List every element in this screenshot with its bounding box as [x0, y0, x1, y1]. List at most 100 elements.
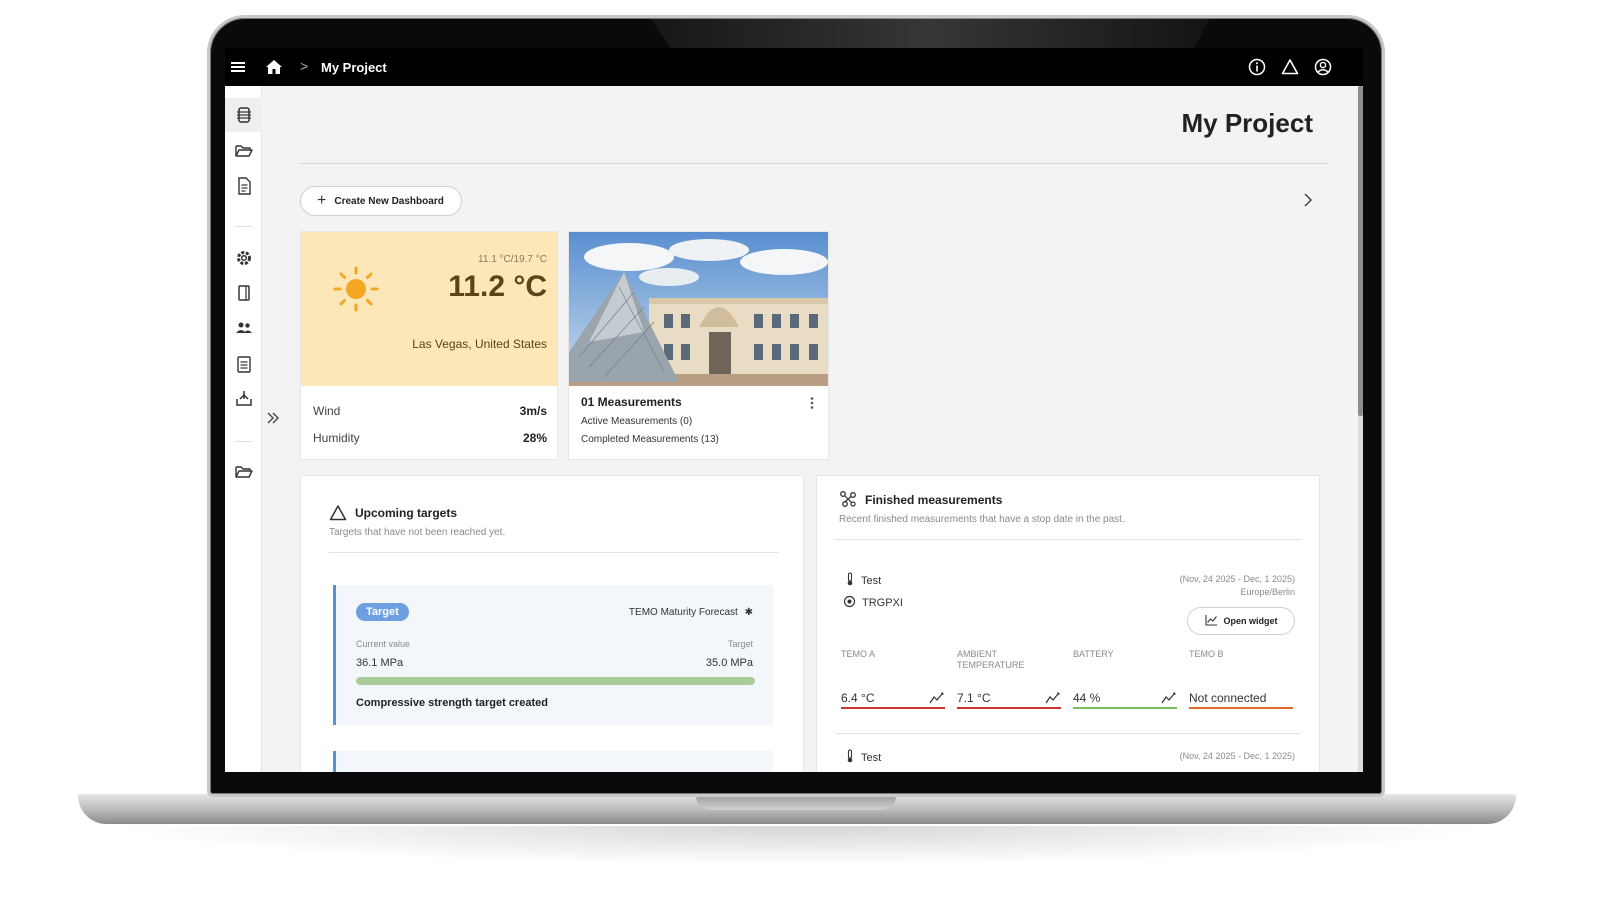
- sensor-value: 6.4 °C: [841, 691, 875, 705]
- wind-row: Wind 3m/s: [313, 404, 547, 418]
- open-widget-label: Open widget: [1223, 616, 1278, 626]
- upcoming-targets-title: Upcoming targets: [355, 506, 458, 520]
- target-card[interactable]: Target TEMO Maturity Forecast ✱ Current …: [333, 585, 773, 725]
- measurement-card[interactable]: 01 Measurements Active Measurements (0) …: [568, 231, 829, 460]
- measurement-name[interactable]: Test: [861, 752, 881, 764]
- clipboard-icon: [237, 356, 251, 373]
- finished-measurements-title: Finished measurements: [865, 493, 1003, 507]
- finished-measurements-panel: Finished measurements Recent finished me…: [816, 475, 1320, 772]
- finished-measurements-subtitle: Recent finished measurements that have a…: [839, 514, 1125, 525]
- users-icon: [236, 322, 252, 333]
- info-icon[interactable]: [1248, 58, 1266, 76]
- measurement-card-title: 01 Measurements: [581, 395, 682, 409]
- create-dashboard-button[interactable]: + Create New Dashboard: [300, 186, 462, 216]
- humidity-row: Humidity 28%: [313, 431, 547, 445]
- sidebar-item-users[interactable]: [234, 318, 254, 338]
- warning-triangle-icon: [329, 505, 347, 521]
- menu-icon[interactable]: [229, 58, 247, 76]
- tray-icon: [236, 391, 252, 406]
- sidebar-item-sensors[interactable]: [225, 98, 262, 132]
- spark-trend-icon: [1045, 692, 1060, 704]
- target-label: Target: [727, 639, 753, 649]
- top-bar: > My Project: [225, 48, 1363, 86]
- target-circle-icon: [843, 595, 856, 611]
- sidebar-item-files[interactable]: [234, 462, 254, 482]
- sensor-ambient-temperature[interactable]: AMBIENT TEMPERATURE 7.1 °C: [957, 649, 1061, 709]
- current-value-label: Current value: [356, 639, 411, 649]
- app-screen: > My Project My Project + Create New Das…: [225, 48, 1363, 772]
- open-widget-button[interactable]: Open widget: [1187, 607, 1295, 635]
- upcoming-targets-subtitle: Targets that have not been reached yet.: [329, 527, 506, 538]
- expand-sidebar-icon[interactable]: [265, 410, 281, 426]
- more-options-icon[interactable]: [806, 396, 818, 410]
- building-photo: [569, 232, 828, 386]
- chevron-right-icon[interactable]: [1299, 191, 1317, 209]
- sidebar-item-devices[interactable]: [234, 283, 254, 303]
- forecast-text: TEMO Maturity Forecast: [628, 607, 738, 618]
- screen-glare: [650, 18, 1210, 50]
- target-message: Compressive strength target created: [356, 697, 548, 709]
- wind-value: 3m/s: [519, 404, 547, 418]
- weather-panel: 11.1 °C/19.7 °C 11.2 °C Las Vegas, Unite…: [301, 232, 557, 386]
- panel-divider: [329, 552, 779, 553]
- target-progress-fill: [356, 677, 755, 685]
- spark-trend-icon: [929, 692, 944, 704]
- sidebar-item-inventory[interactable]: [234, 389, 254, 409]
- sidebar-divider: [235, 441, 252, 442]
- sensor-battery[interactable]: BATTERY 44 %: [1073, 649, 1177, 709]
- timezone-text: Europe/Berlin: [1240, 587, 1295, 597]
- sensor-reading: 7.1 °C: [957, 689, 1061, 709]
- sensor-reading: Not connected: [1189, 689, 1293, 709]
- sidebar-item-reports[interactable]: [234, 176, 254, 196]
- folder-open-icon: [235, 145, 253, 157]
- upcoming-targets-panel: Upcoming targets Targets that have not b…: [300, 475, 804, 772]
- sidebar-item-logs[interactable]: [234, 354, 254, 374]
- target-badge: Target: [356, 603, 409, 621]
- sidebar-divider: [235, 226, 252, 227]
- measurement-name[interactable]: Test: [861, 575, 881, 587]
- wind-label: Wind: [313, 404, 341, 418]
- active-measurements: Active Measurements (0): [581, 416, 693, 427]
- sun-icon: [333, 266, 379, 312]
- sensor-reading: 6.4 °C: [841, 689, 945, 709]
- device-icon: [238, 285, 250, 301]
- measurement-name-row: Test: [845, 572, 881, 589]
- sidebar-item-projects[interactable]: [234, 141, 254, 161]
- user-account-icon[interactable]: [1314, 58, 1332, 76]
- title-divider: [300, 163, 1328, 164]
- plus-icon: +: [317, 192, 327, 209]
- breadcrumb-current[interactable]: My Project: [321, 60, 387, 75]
- target-progress-bar: [356, 677, 755, 685]
- next-measurement-date-range: (Nov, 24 2025 - Dec, 1 2025): [1179, 751, 1295, 761]
- humidity-label: Humidity: [313, 431, 360, 445]
- create-dashboard-label: Create New Dashboard: [334, 195, 444, 207]
- forecast-label: TEMO Maturity Forecast ✱: [629, 607, 753, 618]
- temperature-range: 11.1 °C/19.7 °C: [478, 254, 547, 265]
- alert-icon[interactable]: [1281, 58, 1299, 76]
- thermometer-icon: [845, 749, 855, 766]
- sensor-value: 7.1 °C: [957, 691, 991, 705]
- humidity-value: 28%: [522, 431, 547, 445]
- target-card-next[interactable]: [333, 751, 773, 772]
- weather-widget[interactable]: 11.1 °C/19.7 °C 11.2 °C Las Vegas, Unite…: [300, 231, 558, 460]
- laptop-shadow: [110, 826, 1490, 866]
- sidebar-item-settings[interactable]: [234, 248, 254, 268]
- home-icon[interactable]: [265, 58, 283, 76]
- sensor-temo-b[interactable]: TEMO B Not connected: [1189, 649, 1293, 709]
- sensor-name: BATTERY: [1073, 649, 1114, 659]
- sensor-name: TEMO B: [1189, 649, 1224, 659]
- document-icon: [238, 177, 251, 195]
- scrollbar-thumb[interactable]: [1358, 86, 1363, 416]
- sensor-id: TRGPXI: [862, 597, 903, 609]
- sensor-id-row: TRGPXI: [843, 595, 903, 611]
- current-temperature: 11.2 °C: [448, 270, 547, 303]
- target-value: 35.0 MPa: [705, 657, 753, 669]
- next-measurement-row: Test: [845, 749, 881, 766]
- sensor-value: 44 %: [1073, 691, 1101, 705]
- sensor-reading: 44 %: [1073, 689, 1177, 709]
- gear-icon: [237, 251, 251, 265]
- sidebar: [225, 86, 262, 772]
- chart-line-icon: [1204, 614, 1218, 628]
- breadcrumb-separator: >: [300, 58, 309, 74]
- sensor-temo-a[interactable]: TEMO A 6.4 °C: [841, 649, 945, 709]
